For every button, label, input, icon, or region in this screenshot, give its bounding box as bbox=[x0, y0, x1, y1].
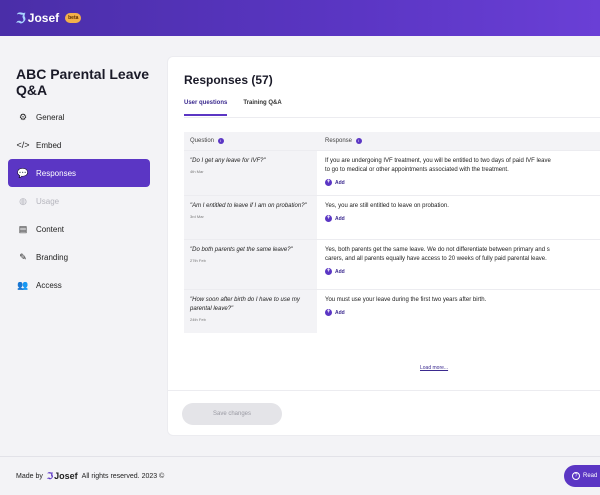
question-header: Question i bbox=[184, 138, 317, 144]
add-button[interactable]: + Add bbox=[325, 309, 600, 316]
question-text: "Am I entitled to leave if I am on proba… bbox=[190, 203, 307, 209]
tab-user-questions[interactable]: User questions bbox=[184, 100, 228, 116]
tab-divider bbox=[184, 117, 600, 118]
users-icon: 👥 bbox=[17, 279, 29, 290]
question-text: "How soon after birth do I have to use m… bbox=[190, 297, 300, 312]
help-label: Read bbox=[583, 473, 598, 479]
info-icon[interactable]: i bbox=[355, 138, 362, 144]
question-date: 3rd Mar bbox=[190, 214, 204, 219]
card-divider bbox=[168, 390, 600, 391]
question-text: "Do I get any leave for IVF?" bbox=[190, 158, 266, 164]
sidebar-item-label: Usage bbox=[36, 196, 60, 206]
tabs: User questions Training Q&A bbox=[184, 100, 298, 116]
sidebar-item-usage: ◍ Usage bbox=[8, 187, 150, 215]
response-header: Response i bbox=[317, 138, 362, 144]
code-icon: </> bbox=[16, 140, 30, 150]
footer-brand: Josef bbox=[54, 471, 78, 481]
response-text: Yes, both parents get the same leave. We… bbox=[325, 247, 550, 253]
responses-title: Responses (57) bbox=[184, 73, 273, 87]
add-label: Add bbox=[335, 309, 345, 316]
response-header-label: Response bbox=[325, 138, 353, 144]
response-text: carers, and all parents equally have acc… bbox=[325, 256, 547, 262]
sidebar-item-general[interactable]: ⚙ General bbox=[8, 103, 150, 131]
responses-card: Responses (57) User questions Training Q… bbox=[167, 56, 600, 436]
footer: Made by ℑ Josef All rights reserved. 202… bbox=[0, 456, 600, 495]
response-text: Yes, you are still entitled to leave on … bbox=[325, 203, 449, 209]
sidebar-nav: ⚙ General </> Embed 💬 Responses ◍ Usage … bbox=[8, 103, 150, 299]
pen-icon: ✎ bbox=[19, 251, 27, 262]
table-row: "How soon after birth do I have to use m… bbox=[184, 289, 600, 333]
tab-training-qa[interactable]: Training Q&A bbox=[243, 100, 281, 116]
chat-icon: 💬 bbox=[17, 167, 29, 178]
responses-table: Question i Response i "Do I get any leav… bbox=[184, 132, 600, 333]
sidebar-item-content[interactable]: ▤ Content bbox=[8, 215, 150, 243]
response-cell: Yes, you are still entitled to leave on … bbox=[317, 196, 600, 239]
globe-icon: ◍ bbox=[19, 195, 27, 206]
question-cell: "Am I entitled to leave if I am on proba… bbox=[184, 196, 317, 239]
response-text: If you are undergoing IVF treatment, you… bbox=[325, 158, 551, 164]
gear-icon: ⚙ bbox=[18, 111, 28, 122]
response-text: to go to medical or other appointments a… bbox=[325, 167, 509, 173]
top-bar: ℑ Josef beta bbox=[0, 0, 600, 36]
plus-icon: + bbox=[325, 179, 332, 186]
response-text: You must use your leave during the first… bbox=[325, 297, 487, 303]
question-icon: ? bbox=[572, 472, 580, 480]
rights-text: All rights reserved. 2023 © bbox=[81, 472, 165, 480]
beta-badge: beta bbox=[65, 13, 82, 23]
question-header-label: Question bbox=[190, 138, 215, 144]
sidebar-item-responses[interactable]: 💬 Responses bbox=[8, 159, 150, 187]
table-header: Question i Response i bbox=[184, 132, 600, 150]
josef-mark-icon: ℑ bbox=[16, 9, 26, 26]
sidebar-item-label: Access bbox=[36, 280, 62, 290]
question-date: 27th Feb bbox=[190, 258, 206, 263]
question-date: 4th Mar bbox=[190, 169, 204, 174]
sidebar-item-label: Branding bbox=[36, 252, 69, 262]
question-cell: "Do I get any leave for IVF?" 4th Mar bbox=[184, 151, 317, 195]
add-button[interactable]: + Add bbox=[325, 179, 600, 186]
sidebar-item-access[interactable]: 👥 Access bbox=[8, 271, 150, 299]
response-cell: You must use your leave during the first… bbox=[317, 290, 600, 333]
plus-icon: + bbox=[325, 268, 332, 275]
sidebar-item-label: Responses bbox=[36, 168, 77, 178]
sidebar-item-label: Embed bbox=[36, 140, 62, 150]
question-cell: "Do both parents get the same leave?" 27… bbox=[184, 240, 317, 289]
made-by-label: Made by bbox=[16, 472, 43, 480]
plus-icon: + bbox=[325, 215, 332, 222]
question-date: 24th Feb bbox=[190, 317, 206, 322]
add-label: Add bbox=[335, 268, 345, 275]
footer-logo[interactable]: ℑ Josef bbox=[47, 471, 78, 482]
sidebar: ABC Parental Leave Q&A ⚙ General </> Emb… bbox=[0, 36, 160, 456]
plus-icon: + bbox=[325, 309, 332, 316]
load-more-link[interactable]: Load more... bbox=[420, 365, 448, 371]
add-label: Add bbox=[335, 215, 345, 222]
add-label: Add bbox=[335, 179, 345, 186]
add-button[interactable]: + Add bbox=[325, 215, 600, 222]
table-row: "Do I get any leave for IVF?" 4th Mar If… bbox=[184, 150, 600, 195]
response-cell: If you are undergoing IVF treatment, you… bbox=[317, 151, 600, 195]
table-row: "Do both parents get the same leave?" 27… bbox=[184, 239, 600, 289]
info-icon[interactable]: i bbox=[217, 138, 224, 144]
sidebar-item-label: General bbox=[36, 112, 65, 122]
add-button[interactable]: + Add bbox=[325, 268, 600, 275]
response-cell: Yes, both parents get the same leave. We… bbox=[317, 240, 600, 289]
table-row: "Am I entitled to leave if I am on proba… bbox=[184, 195, 600, 239]
sidebar-item-branding[interactable]: ✎ Branding bbox=[8, 243, 150, 271]
josef-mark-icon: ℑ bbox=[46, 470, 54, 481]
sidebar-item-embed[interactable]: </> Embed bbox=[8, 131, 150, 159]
help-button[interactable]: ? Read bbox=[564, 465, 600, 487]
josef-logo[interactable]: ℑ Josef beta bbox=[16, 9, 82, 27]
page-title: ABC Parental Leave Q&A bbox=[16, 66, 150, 98]
question-cell: "How soon after birth do I have to use m… bbox=[184, 290, 317, 333]
brand-name: Josef bbox=[27, 11, 60, 25]
question-text: "Do both parents get the same leave?" bbox=[190, 247, 293, 253]
sidebar-item-label: Content bbox=[36, 224, 65, 234]
save-changes-button[interactable]: Save changes bbox=[182, 403, 282, 425]
document-icon: ▤ bbox=[18, 223, 28, 234]
